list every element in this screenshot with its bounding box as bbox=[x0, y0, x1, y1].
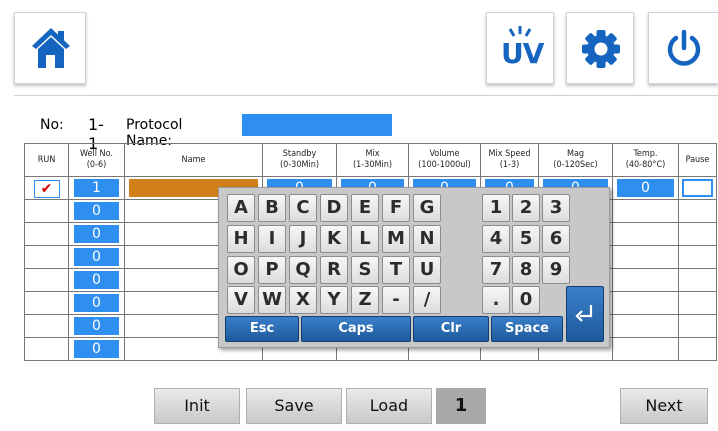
toolbar: UV bbox=[0, 0, 718, 96]
next-button[interactable]: Next bbox=[620, 388, 708, 424]
key-dash[interactable]: - bbox=[382, 286, 410, 314]
enter-icon bbox=[575, 303, 595, 325]
toolbar-divider bbox=[14, 95, 718, 96]
header-mix: Mix (1-30Min) bbox=[336, 143, 409, 177]
init-button[interactable]: Init bbox=[154, 388, 240, 424]
key-i[interactable]: I bbox=[258, 225, 286, 253]
save-button[interactable]: Save bbox=[246, 388, 342, 424]
header-well-no: Well No. (0-6) bbox=[68, 143, 125, 177]
key-k[interactable]: K bbox=[320, 225, 348, 253]
uv-icon: UV bbox=[497, 23, 545, 73]
page-number: 1 bbox=[436, 388, 486, 424]
key-s[interactable]: S bbox=[351, 256, 379, 284]
uv-button[interactable]: UV bbox=[486, 12, 554, 84]
protocol-no-label: No: bbox=[40, 117, 64, 133]
header-mag: Mag (0-120Sec) bbox=[538, 143, 613, 177]
key-y[interactable]: Y bbox=[320, 286, 348, 314]
key-c[interactable]: C bbox=[289, 194, 317, 222]
key-g[interactable]: G bbox=[413, 194, 441, 222]
key-2[interactable]: 2 bbox=[512, 194, 540, 222]
header-mix-speed: Mix Speed (1-3) bbox=[480, 143, 539, 177]
key-8[interactable]: 8 bbox=[512, 256, 540, 284]
well-no-field[interactable]: 0 bbox=[74, 317, 119, 335]
well-no-field[interactable]: 0 bbox=[74, 271, 119, 289]
key-f[interactable]: F bbox=[382, 194, 410, 222]
clear-key[interactable]: Clr bbox=[413, 316, 489, 342]
settings-button[interactable] bbox=[566, 12, 634, 84]
header-volume: Volume (100-1000ul) bbox=[408, 143, 481, 177]
key-0[interactable]: 0 bbox=[512, 286, 540, 314]
key-u[interactable]: U bbox=[413, 256, 441, 284]
well-no-field[interactable]: 0 bbox=[74, 225, 119, 243]
key-4[interactable]: 4 bbox=[482, 225, 510, 253]
pause-checkbox[interactable] bbox=[682, 179, 713, 197]
key-9[interactable]: 9 bbox=[542, 256, 570, 284]
key-7[interactable]: 7 bbox=[482, 256, 510, 284]
load-button[interactable]: Load bbox=[346, 388, 432, 424]
key-o[interactable]: O bbox=[227, 256, 255, 284]
header-run: RUN bbox=[24, 143, 69, 177]
key-t[interactable]: T bbox=[382, 256, 410, 284]
key-6[interactable]: 6 bbox=[542, 225, 570, 253]
key-n[interactable]: N bbox=[413, 225, 441, 253]
well-cell: 1 bbox=[68, 176, 125, 200]
key-3[interactable]: 3 bbox=[542, 194, 570, 222]
key-v[interactable]: V bbox=[227, 286, 255, 314]
home-button[interactable] bbox=[14, 12, 86, 84]
temp-field[interactable]: 0 bbox=[617, 179, 674, 197]
onscreen-keyboard: Esc Caps Clr Space ABCDEFG 123 HIJKLMN 456 O… bbox=[218, 187, 610, 348]
key-r[interactable]: R bbox=[320, 256, 348, 284]
well-no-field[interactable]: 0 bbox=[74, 202, 119, 220]
key-z[interactable]: Z bbox=[351, 286, 379, 314]
space-key[interactable]: Space bbox=[491, 316, 563, 342]
well-no-field[interactable]: 0 bbox=[74, 340, 119, 358]
header-pause: Pause bbox=[678, 143, 717, 177]
esc-key[interactable]: Esc bbox=[225, 316, 299, 342]
temp-cell: 0 bbox=[612, 176, 679, 200]
key-w[interactable]: W bbox=[258, 286, 286, 314]
run-checkbox[interactable]: ✔ bbox=[33, 179, 60, 198]
key-q[interactable]: Q bbox=[289, 256, 317, 284]
enter-key[interactable] bbox=[566, 286, 604, 342]
pause-cell bbox=[678, 176, 717, 200]
key-b[interactable]: B bbox=[258, 194, 286, 222]
key-slash[interactable]: / bbox=[413, 286, 441, 314]
well-no-field[interactable]: 0 bbox=[74, 294, 119, 312]
protocol-name-input[interactable] bbox=[242, 114, 392, 136]
run-cell: ✔ bbox=[24, 176, 69, 200]
header-temp: Temp. (40-80°C) bbox=[612, 143, 679, 177]
key-p[interactable]: P bbox=[258, 256, 286, 284]
caps-key[interactable]: Caps bbox=[301, 316, 411, 342]
key-dot[interactable]: . bbox=[482, 286, 510, 314]
key-l[interactable]: L bbox=[351, 225, 379, 253]
power-button[interactable] bbox=[648, 12, 718, 84]
power-icon bbox=[665, 29, 703, 69]
well-no-field[interactable]: 0 bbox=[74, 248, 119, 266]
key-d[interactable]: D bbox=[320, 194, 348, 222]
key-j[interactable]: J bbox=[289, 225, 317, 253]
header-name: Name bbox=[124, 143, 263, 177]
well-no-field[interactable]: 1 bbox=[74, 179, 119, 197]
key-e[interactable]: E bbox=[351, 194, 379, 222]
header-standby: Standby (0-30Min) bbox=[262, 143, 337, 177]
table-header-row: RUN Well No. (0-6) Name Standby (0-30Min) … bbox=[24, 143, 717, 177]
key-x[interactable]: X bbox=[289, 286, 317, 314]
key-h[interactable]: H bbox=[227, 225, 255, 253]
key-1[interactable]: 1 bbox=[482, 194, 510, 222]
home-icon bbox=[30, 25, 72, 71]
uv-label: UV bbox=[501, 37, 544, 70]
gear-icon bbox=[581, 29, 621, 69]
key-m[interactable]: M bbox=[382, 225, 410, 253]
key-a[interactable]: A bbox=[227, 194, 255, 222]
key-5[interactable]: 5 bbox=[512, 225, 540, 253]
